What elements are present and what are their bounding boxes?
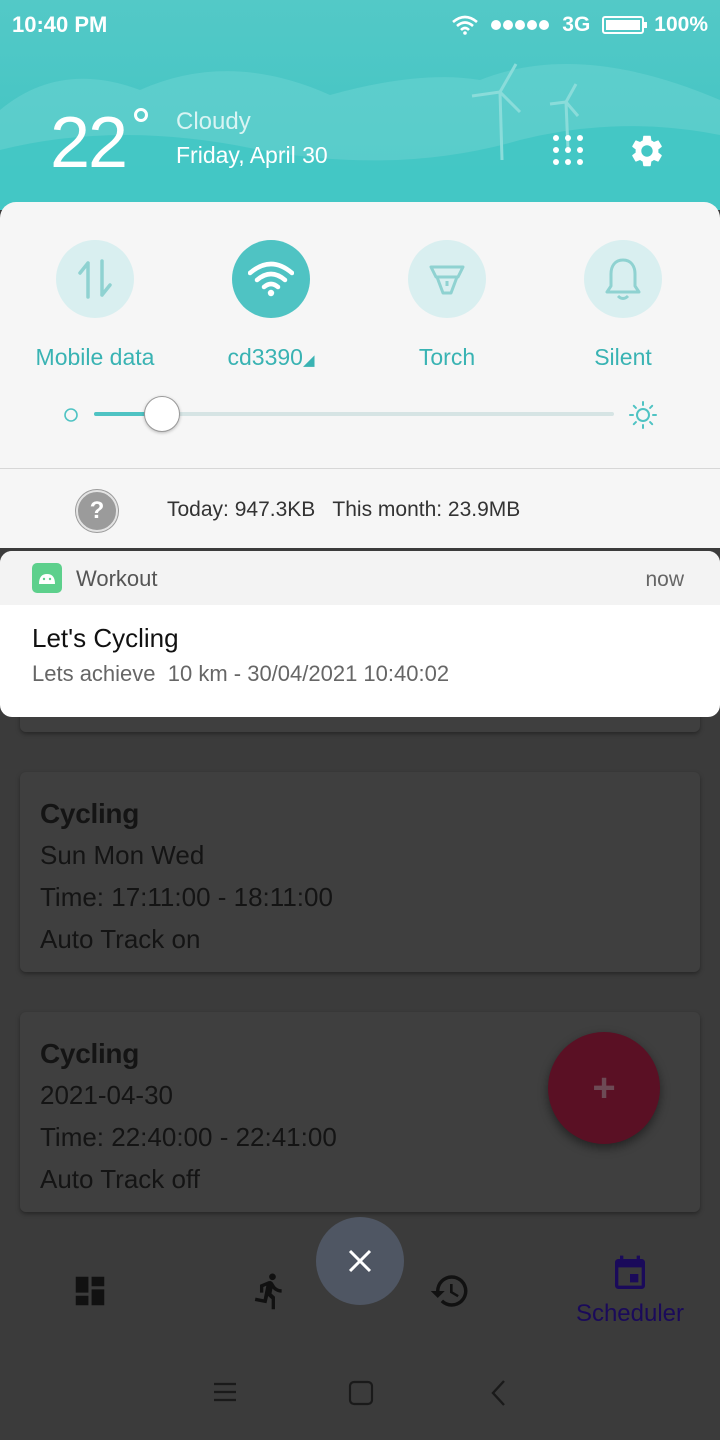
- run-icon: [254, 1273, 282, 1310]
- schedule-card[interactable]: Cycling Sun Mon Wed Time: 17:11:00 - 18:…: [20, 772, 700, 972]
- home-icon[interactable]: [348, 1380, 374, 1406]
- network-type: 3G: [562, 13, 591, 36]
- tile-label-wifi: cd3390◢: [227, 344, 314, 371]
- calendar-icon: [615, 1255, 645, 1289]
- mobile-data-icon: [78, 259, 112, 299]
- battery-percent: 100%: [654, 13, 708, 36]
- grid-apps-icon[interactable]: [552, 134, 584, 166]
- tile-silent[interactable]: Silent: [535, 240, 711, 371]
- back-icon[interactable]: [488, 1378, 510, 1408]
- bell-icon: [605, 258, 641, 300]
- expand-triangle-icon[interactable]: ◢: [303, 352, 315, 369]
- tile-torch[interactable]: Torch: [359, 240, 535, 371]
- add-schedule-button[interactable]: +: [548, 1032, 660, 1144]
- data-usage-text[interactable]: Today: 947.3KB This month: 23.9MB: [167, 498, 520, 522]
- card-time: Time: 17:11:00 - 18:11:00: [40, 882, 333, 912]
- history-icon: [430, 1275, 468, 1307]
- silent-circle[interactable]: [584, 240, 662, 318]
- quick-settings-panel: Mobile data cd3390◢ Torch Silent ? Today…: [0, 202, 720, 548]
- plus-icon: +: [592, 1066, 616, 1110]
- tile-label-torch: Torch: [418, 344, 476, 370]
- android-app-icon: [32, 563, 62, 593]
- nav-label-scheduler: Scheduler: [575, 1300, 685, 1327]
- weather-date: Friday, April 30: [176, 142, 328, 168]
- nav-item-dashboard[interactable]: [0, 1236, 180, 1346]
- notification-title: Let's Cycling: [32, 623, 179, 653]
- nav-item-scheduler[interactable]: Scheduler: [540, 1236, 720, 1346]
- close-shade-button[interactable]: [316, 1217, 404, 1305]
- mobile-data-circle[interactable]: [56, 240, 134, 318]
- torch-icon: [429, 265, 465, 295]
- temperature: 22: [50, 103, 128, 183]
- card-auto-track: Auto Track on: [40, 924, 201, 954]
- signal-dots-icon: [491, 20, 550, 30]
- brightness-handle[interactable]: [143, 396, 180, 432]
- card-title: Cycling: [40, 798, 140, 829]
- notification-header: Workout now: [0, 551, 720, 605]
- workout-notification[interactable]: Workout now Let's Cycling Lets achieve 1…: [0, 551, 720, 717]
- tile-wifi[interactable]: cd3390◢: [183, 240, 359, 371]
- notification-time: now: [645, 568, 684, 591]
- brightness-high-icon: [629, 401, 657, 429]
- wifi-status-icon: [452, 15, 479, 35]
- brightness-low-icon: [64, 408, 78, 422]
- status-bar: 10:40 PM 3G 100%: [0, 0, 720, 50]
- tile-mobile-data[interactable]: Mobile data: [7, 240, 183, 371]
- close-icon: [348, 1249, 372, 1273]
- degree-symbol: [134, 108, 148, 122]
- dashboard-icon: [75, 1276, 105, 1306]
- notification-body: Lets achieve 10 km - 30/04/2021 10:40:02: [32, 661, 450, 686]
- wifi-icon: [248, 261, 294, 297]
- help-icon[interactable]: ?: [76, 490, 118, 532]
- panel-divider: [0, 468, 720, 469]
- system-navigation-bar: [0, 1346, 720, 1440]
- tile-label-mobile-data: Mobile data: [35, 344, 155, 370]
- notification-app-name: Workout: [76, 566, 158, 591]
- shade-header: 10:40 PM 3G 100% 22 Cloudy Friday, April…: [0, 0, 720, 210]
- card-days: Sun Mon Wed: [40, 840, 205, 870]
- status-icons: 3G 100%: [452, 12, 708, 38]
- settings-gear-icon[interactable]: [628, 132, 666, 170]
- tile-label-silent: Silent: [594, 344, 652, 370]
- status-time: 10:40 PM: [12, 12, 108, 37]
- card-auto-track: Auto Track off: [40, 1164, 200, 1194]
- battery-icon: [602, 16, 648, 34]
- wifi-circle[interactable]: [232, 240, 310, 318]
- weather-condition: Cloudy: [176, 108, 251, 135]
- wifi-network-name: cd3390: [227, 344, 303, 370]
- menu-icon[interactable]: [212, 1380, 238, 1404]
- torch-circle[interactable]: [408, 240, 486, 318]
